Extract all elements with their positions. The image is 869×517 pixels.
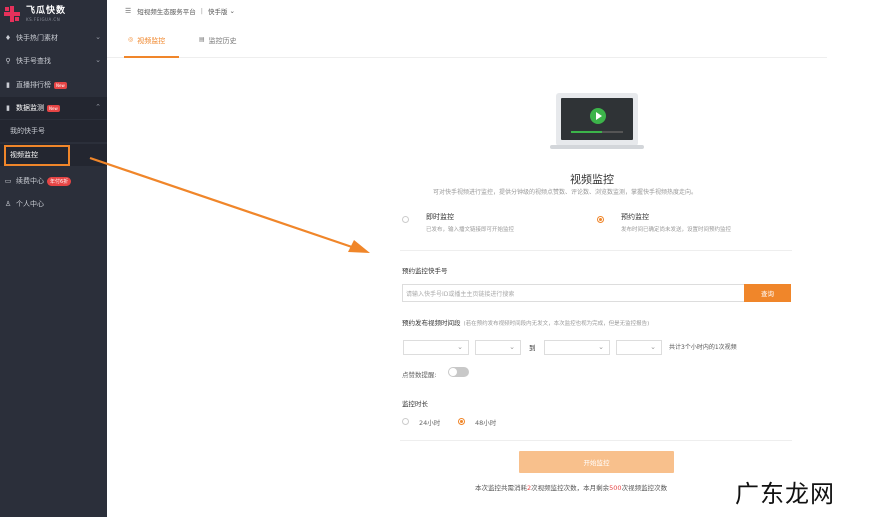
quota-remaining: 500: [609, 484, 622, 492]
video-progress-bar: [571, 131, 623, 133]
top-header: ☰ 短视频生态服务平台 | 快手版 ⌄: [107, 0, 869, 22]
time-range-hint: (若在预约发布视频时间段内无发文，本次监控也视为完成，但是无监控报告): [463, 321, 650, 327]
bar-chart-icon: ▮: [6, 104, 10, 112]
sidebar-item-label: 我的快手号: [10, 127, 45, 135]
chevron-down-icon: ⌄: [650, 343, 656, 351]
chevron-down-icon: ⌄: [509, 343, 515, 351]
page-subtitle: 可对快手视频进行监控，提供分钟级的视频点赞数、评论数、浏览数监测，掌握快手视频热…: [433, 189, 698, 196]
menu-icon[interactable]: ☰: [125, 7, 131, 15]
quota-prefix: 本次监控共需消耗: [475, 484, 527, 492]
chevron-down-icon: ⌄: [95, 56, 101, 64]
tab-video-monitor[interactable]: ◎ 视频监控: [128, 36, 165, 58]
duration-label: 监控时长: [402, 400, 428, 408]
bar-chart-icon: ▮: [6, 81, 10, 89]
sidebar-item-account-search[interactable]: ⚲ 快手号查找 ⌄: [0, 50, 107, 72]
sidebar-item-live-ranking[interactable]: ▮ 直播排行榜 New: [0, 74, 107, 96]
chevron-down-icon[interactable]: ⌄: [229, 7, 234, 15]
duration-24h-radio[interactable]: [402, 418, 409, 425]
tab-label: 监控历史: [208, 37, 237, 45]
sidebar-item-label: 快手热门素材: [16, 34, 58, 42]
platform-title: 短视频生态服务平台: [137, 8, 196, 16]
tab-monitor-history[interactable]: ▤ 监控历史: [199, 36, 237, 58]
tab-label: 视频监控: [137, 37, 166, 45]
sidebar-item-label: 个人中心: [16, 200, 44, 208]
to-label: 到: [529, 344, 536, 352]
history-icon: ▤: [199, 36, 205, 43]
instant-monitor-desc: 已发布，输入播文链接即可开始监控: [426, 227, 515, 233]
monitor-illustration: [556, 93, 638, 146]
chevron-up-icon: ⌃: [95, 103, 101, 111]
end-date-select[interactable]: ⌄: [544, 340, 610, 355]
clock-icon: ◎: [128, 36, 134, 43]
chevron-down-icon: ⌄: [457, 343, 463, 351]
start-time-select[interactable]: ⌄: [475, 340, 521, 355]
sidebar: 飞瓜快数 KS.FEIGUA.CN ♦ 快手热门素材 ⌄ ⚲ 快手号查找 ⌄ ▮…: [0, 0, 107, 517]
version-selector[interactable]: 快手版: [208, 6, 228, 16]
logo[interactable]: 飞瓜快数 KS.FEIGUA.CN: [0, 0, 107, 28]
play-icon: [590, 108, 606, 124]
video-progress-fill: [571, 131, 603, 133]
watermark: 广东龙网: [735, 480, 835, 508]
divider: [400, 440, 792, 441]
monitor-screen: [561, 98, 633, 140]
logo-name: 飞瓜快数: [26, 5, 67, 16]
sidebar-item-label: 续费中心: [16, 177, 44, 185]
search-icon: ⚲: [5, 57, 11, 65]
account-search-input[interactable]: 请输入快手号ID或播主主页链接进行搜索: [402, 284, 744, 302]
video-count-text: 共计3个小时内的1次视频: [669, 344, 737, 351]
card-icon: ▭: [4, 177, 12, 185]
instant-monitor-radio[interactable]: [402, 216, 409, 223]
monitor-base: [550, 145, 644, 149]
duration-48h-radio[interactable]: [458, 418, 465, 425]
time-range-label: 预约发布视频时间段 (若在预约发布视频时间段内无发文，本次监控也视为完成，但是无监…: [402, 317, 649, 327]
fire-icon: ♦: [4, 34, 12, 42]
account-label: 预约监控快手号: [402, 267, 448, 275]
discount-badge: 年付6折: [47, 176, 72, 186]
logo-icon: [4, 6, 20, 22]
header-separator: |: [200, 7, 203, 15]
new-badge: New: [47, 104, 60, 112]
quota-middle: 次视频监控次数，本月剩余: [531, 484, 610, 492]
quota-suffix: 次视频监控次数: [621, 484, 668, 492]
highlight-annotation: [4, 145, 70, 166]
search-button[interactable]: 查询: [744, 284, 791, 302]
sidebar-item-data-monitor[interactable]: ▮ 数据监测 New ⌃: [0, 97, 107, 119]
sidebar-item-my-accounts[interactable]: 我的快手号: [0, 120, 107, 142]
duration-48h-label[interactable]: 48小时: [475, 417, 496, 427]
scheduled-monitor-radio[interactable]: [597, 216, 604, 223]
scheduled-monitor-title[interactable]: 预约监控: [621, 212, 649, 222]
start-monitor-button[interactable]: 开始监控: [519, 451, 674, 473]
quota-note: 本次监控共需消耗2次视频监控次数，本月剩余500次视频监控次数: [475, 482, 667, 492]
sidebar-item-label: 直播排行榜: [16, 81, 51, 89]
user-icon: ♙: [4, 200, 12, 208]
start-date-select[interactable]: ⌄: [403, 340, 469, 355]
sidebar-item-hot-materials[interactable]: ♦ 快手热门素材 ⌄: [0, 27, 107, 49]
new-badge: New: [54, 81, 67, 89]
tab-bar: ◎ 视频监控 ▤ 监控历史: [107, 30, 827, 58]
active-tab-indicator: [124, 56, 179, 58]
instant-monitor-title[interactable]: 即时监控: [426, 212, 454, 222]
sidebar-item-label: 数据监测: [16, 104, 44, 112]
logo-subtitle: KS.FEIGUA.CN: [26, 16, 61, 22]
page-title: 视频监控: [570, 173, 614, 186]
like-alert-toggle[interactable]: [448, 367, 469, 377]
sidebar-item-renewal[interactable]: ▭ 续费中心 年付6折: [0, 170, 107, 192]
divider: [400, 250, 792, 251]
time-range-label-text: 预约发布视频时间段: [402, 319, 461, 327]
sidebar-item-profile[interactable]: ♙ 个人中心: [0, 193, 107, 215]
chevron-down-icon: ⌄: [598, 343, 604, 351]
like-alert-label: 点赞数提醒:: [402, 371, 437, 379]
end-time-select[interactable]: ⌄: [616, 340, 662, 355]
chevron-down-icon: ⌄: [95, 33, 101, 41]
scheduled-monitor-desc: 发布时间已确定尚未发送，设置时间预约监控: [621, 227, 732, 233]
duration-24h-label[interactable]: 24小时: [419, 417, 440, 427]
sidebar-item-label: 快手号查找: [16, 57, 51, 65]
